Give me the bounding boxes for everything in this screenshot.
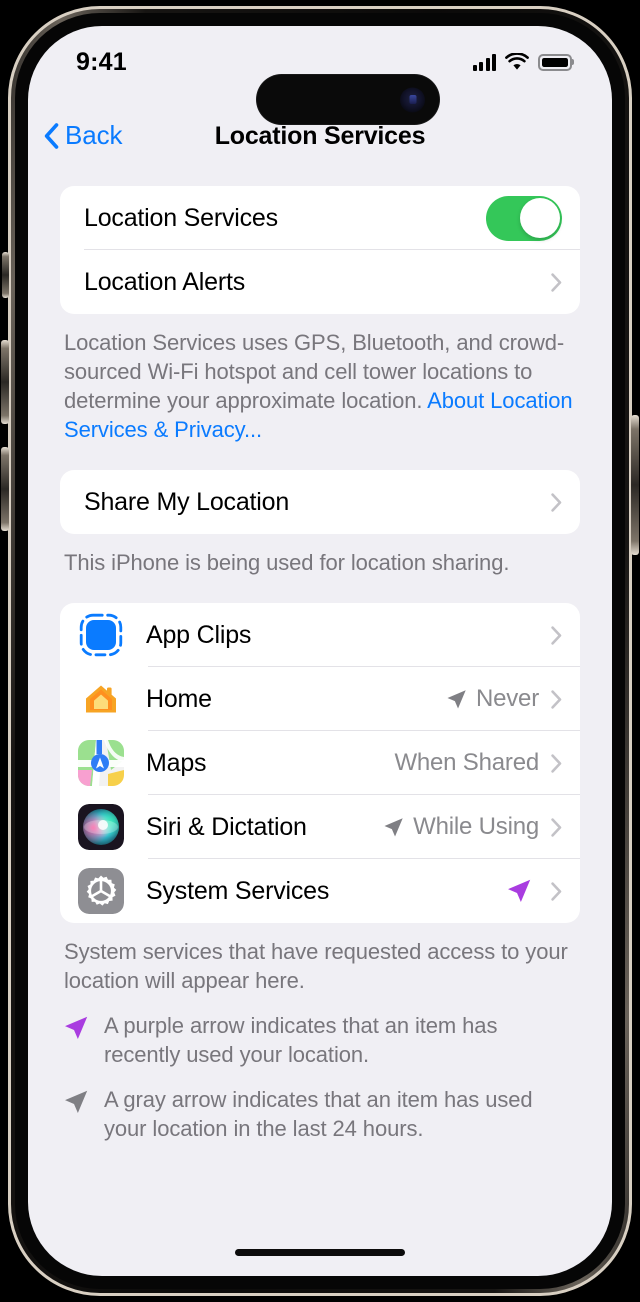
location-services-description: Location Services uses GPS, Bluetooth, a…	[64, 328, 576, 444]
location-services-toggle[interactable]	[486, 195, 562, 241]
row-location-alerts[interactable]: Location Alerts	[60, 250, 580, 314]
toggle-knob	[519, 198, 560, 238]
row-value: Never	[475, 685, 539, 712]
row-location-services[interactable]: Location Services	[60, 186, 580, 250]
purple-location-arrow-icon	[508, 879, 531, 902]
row-value-group: Never	[445, 685, 551, 713]
chevron-right-icon	[551, 272, 562, 292]
chevron-right-icon	[551, 625, 562, 645]
row-label: System Services	[146, 876, 330, 905]
front-camera-icon	[400, 87, 425, 112]
row-label: App Clips	[146, 620, 252, 649]
page-title: Location Services	[214, 122, 426, 150]
share-location-description: This iPhone is being used for location s…	[64, 550, 510, 575]
legend-text: A gray arrow indicates that an item has …	[104, 1087, 533, 1141]
row-value: While Using	[413, 813, 539, 840]
row-siri-dictation[interactable]: Siri & Dictation While Using	[60, 795, 580, 859]
row-label: Siri & Dictation	[146, 812, 307, 841]
volume-up-button[interactable]	[1, 340, 9, 424]
power-button[interactable]	[631, 415, 639, 555]
row-share-my-location[interactable]: Share My Location	[60, 470, 580, 534]
settings-content: Location Services Location Alerts Locati…	[28, 186, 612, 1276]
home-indicator[interactable]	[235, 1249, 405, 1256]
system-services-icon	[78, 868, 124, 914]
location-services-card: Location Services Location Alerts	[60, 186, 580, 314]
legend-gray-arrow: A gray arrow indicates that an item has …	[62, 1085, 576, 1143]
row-label: Maps	[146, 748, 207, 777]
row-label: Home	[146, 684, 212, 713]
row-value: When Shared	[394, 749, 539, 776]
chevron-right-icon	[551, 492, 562, 512]
volume-down-button[interactable]	[1, 447, 9, 531]
action-button[interactable]	[2, 252, 9, 298]
wifi-icon	[505, 53, 529, 70]
legend-purple-arrow: A purple arrow indicates that an item ha…	[62, 1011, 576, 1069]
app-clips-icon	[78, 612, 124, 658]
gray-location-arrow-icon	[384, 817, 403, 837]
row-label: Location Alerts	[84, 267, 245, 296]
phone-screen: 9:41 Back Location Services Location Ser…	[28, 26, 612, 1276]
siri-app-icon	[78, 804, 124, 850]
chevron-right-icon	[551, 881, 562, 901]
purple-location-arrow-icon	[65, 1016, 88, 1039]
chevron-right-icon	[551, 689, 562, 709]
home-app-icon	[78, 676, 124, 722]
cellular-bars-icon	[472, 53, 496, 71]
row-home[interactable]: Home Never	[60, 667, 580, 731]
status-time: 9:41	[76, 48, 127, 76]
row-app-clips[interactable]: App Clips	[60, 603, 580, 667]
share-my-location-card: Share My Location	[60, 470, 580, 534]
row-value-group: While Using	[382, 813, 551, 841]
maps-app-icon	[78, 740, 124, 786]
gray-location-arrow-icon	[447, 689, 466, 709]
chevron-right-icon	[551, 753, 562, 773]
gray-location-arrow-icon	[65, 1090, 88, 1113]
row-label: Share My Location	[84, 487, 290, 516]
chevron-right-icon	[551, 817, 562, 837]
row-label: Location Services	[84, 203, 278, 232]
dynamic-island[interactable]	[256, 74, 440, 125]
battery-full-icon	[538, 53, 572, 71]
apps-card: App Clips Home Never Maps When Shared Si…	[60, 603, 580, 923]
system-services-description: System services that have requested acce…	[64, 939, 568, 993]
row-system-services[interactable]: System Services	[60, 859, 580, 923]
row-maps[interactable]: Maps When Shared	[60, 731, 580, 795]
legend-text: A purple arrow indicates that an item ha…	[104, 1013, 498, 1067]
status-indicators	[472, 53, 572, 71]
